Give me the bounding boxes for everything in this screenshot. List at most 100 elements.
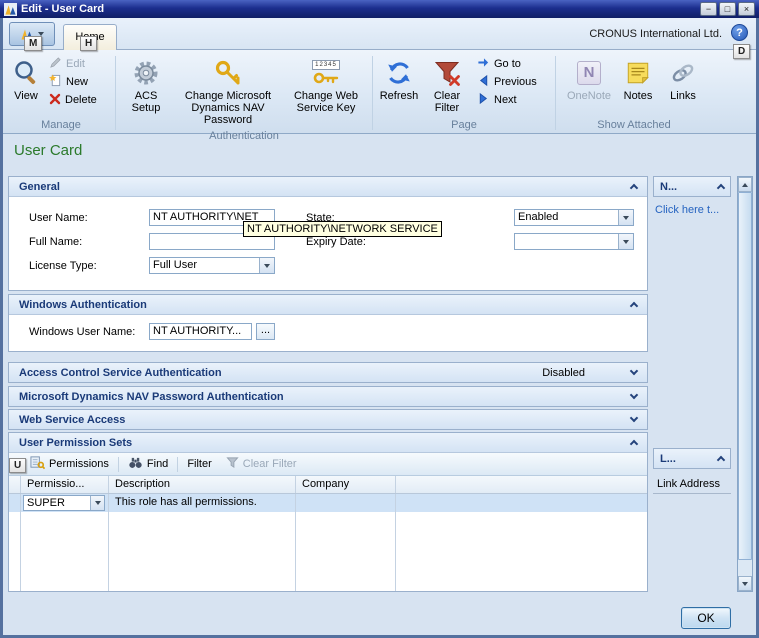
pencil-icon: [49, 56, 62, 72]
permission-set-column-header[interactable]: Permissio...: [21, 476, 109, 493]
browse-button[interactable]: ...: [256, 323, 275, 340]
previous-arrow-icon: [477, 74, 490, 90]
section-acs-authentication[interactable]: Access Control Service Authentication Di…: [8, 362, 648, 383]
next-button[interactable]: Next: [473, 91, 541, 109]
blank-cell: [396, 494, 647, 512]
help-button[interactable]: ?: [731, 24, 748, 41]
permission-dropdown-button[interactable]: [90, 496, 104, 510]
collapse-chevron-icon[interactable]: [630, 302, 638, 310]
view-button[interactable]: View: [9, 55, 43, 105]
blank-column-header: [396, 476, 647, 493]
change-web-service-key-button[interactable]: 12345 Change Web Service Key: [284, 55, 368, 117]
previous-label: Previous: [494, 76, 537, 88]
page-group-label: Page: [375, 118, 553, 133]
links-factbox-header[interactable]: L...: [653, 448, 731, 469]
filter-button[interactable]: Filter: [180, 455, 218, 474]
find-label: Find: [147, 458, 168, 470]
permission-set-cell[interactable]: SUPER: [21, 494, 109, 512]
delete-label: Delete: [65, 94, 97, 106]
company-column-header[interactable]: Company: [296, 476, 396, 493]
permission-set-combo[interactable]: SUPER: [23, 495, 105, 511]
row-selector-cell[interactable]: [9, 494, 21, 512]
view-icon: [12, 58, 40, 88]
clear-filter-toolbar-label: Clear Filter: [243, 458, 297, 470]
clear-filter-toolbar-button[interactable]: Clear Filter: [219, 455, 304, 474]
ribbon-group-authentication: ACS Setup Change Microsoft Dynamics NAV …: [118, 53, 370, 133]
license-dropdown-button[interactable]: [259, 258, 274, 273]
notes-icon: [625, 58, 651, 88]
page-title: User Card: [14, 142, 82, 159]
minimize-button[interactable]: −: [700, 2, 717, 16]
previous-button[interactable]: Previous: [473, 73, 541, 91]
small-funnel-icon: [226, 456, 239, 472]
table-row[interactable]: SUPER This role has all permissions.: [9, 494, 647, 512]
clear-filter-button[interactable]: Clear Filter: [425, 55, 469, 117]
notes-factbox-header[interactable]: N...: [653, 176, 731, 197]
scrollbar-thumb[interactable]: [738, 192, 752, 560]
view-label: View: [14, 90, 38, 102]
toolbar-separator: [118, 457, 119, 472]
chevron-down-icon: [623, 240, 629, 244]
close-button[interactable]: ×: [738, 2, 755, 16]
chevron-down-icon: [95, 501, 101, 505]
window-title: Edit - User Card: [21, 3, 698, 15]
section-user-permission-sets: User Permission Sets Permissions Find Fi…: [8, 432, 648, 592]
onenote-button[interactable]: N OneNote: [564, 55, 614, 105]
expiry-dropdown-button[interactable]: [618, 234, 633, 249]
triangle-up-icon: [742, 183, 748, 187]
vertical-scrollbar[interactable]: [737, 176, 753, 592]
grid-line: [20, 512, 21, 591]
scroll-down-button[interactable]: [738, 576, 752, 591]
permission-sets-header[interactable]: User Permission Sets: [9, 433, 647, 453]
section-web-service-access[interactable]: Web Service Access: [8, 409, 648, 430]
ribbon-group-show-attached: N OneNote Notes Links Show Atta: [558, 53, 710, 133]
link-address-column-header: Link Address: [653, 476, 731, 494]
refresh-button[interactable]: Refresh: [375, 55, 423, 105]
expand-chevron-icon[interactable]: [630, 391, 638, 399]
windows-user-name-field[interactable]: NT AUTHORITY...: [149, 323, 252, 340]
description-cell[interactable]: This role has all permissions.: [109, 494, 296, 512]
maximize-button[interactable]: □: [719, 2, 736, 16]
collapse-chevron-icon[interactable]: [630, 440, 638, 448]
state-dropdown[interactable]: Enabled: [514, 209, 634, 226]
new-button[interactable]: New: [45, 73, 101, 91]
ok-button[interactable]: OK: [681, 607, 731, 629]
expand-chevron-icon[interactable]: [630, 367, 638, 375]
delete-button[interactable]: Delete: [45, 91, 101, 109]
windows-auth-section-header[interactable]: Windows Authentication: [9, 295, 647, 315]
section-nav-password-authentication[interactable]: Microsoft Dynamics NAV Password Authenti…: [8, 386, 648, 407]
collapse-chevron-icon[interactable]: [717, 456, 725, 464]
section-windows-authentication: Windows Authentication Windows User Name…: [8, 294, 648, 352]
links-button[interactable]: Links: [662, 55, 704, 105]
expiry-date-dropdown[interactable]: [514, 233, 634, 250]
notes-button[interactable]: Notes: [617, 55, 659, 105]
collapse-chevron-icon[interactable]: [630, 184, 638, 192]
table-empty-area[interactable]: [9, 512, 647, 591]
goto-button[interactable]: Go to: [473, 55, 541, 73]
clear-filter-label: Clear Filter: [428, 90, 466, 114]
web-service-section-title: Web Service Access: [19, 414, 125, 426]
links-factbox-title: L...: [660, 453, 676, 465]
general-section-header[interactable]: General: [9, 177, 647, 197]
expiry-date-value: [515, 234, 618, 249]
permissions-menu-button[interactable]: Permissions: [23, 455, 116, 474]
scroll-up-button[interactable]: [738, 177, 752, 192]
description-column-header[interactable]: Description: [109, 476, 296, 493]
acs-setup-button[interactable]: ACS Setup: [120, 55, 172, 117]
app-icon: [4, 3, 17, 16]
state-dropdown-button[interactable]: [618, 210, 633, 225]
expand-chevron-icon[interactable]: [630, 414, 638, 422]
company-cell[interactable]: [296, 494, 396, 512]
edit-button[interactable]: Edit: [45, 55, 101, 73]
find-button[interactable]: Find: [121, 455, 175, 474]
notes-create-link[interactable]: Click here t...: [655, 204, 719, 216]
goto-arrow-icon: [477, 56, 490, 72]
collapse-chevron-icon[interactable]: [717, 184, 725, 192]
permissions-icon: [30, 455, 45, 473]
license-type-combo[interactable]: Full User: [149, 257, 275, 274]
refresh-label: Refresh: [380, 90, 419, 102]
change-password-button[interactable]: Change Microsoft Dynamics NAV Password: [176, 55, 280, 129]
notes-label: Notes: [624, 90, 653, 102]
grid-line: [395, 512, 396, 591]
company-name: CRONUS International Ltd.: [589, 28, 722, 40]
